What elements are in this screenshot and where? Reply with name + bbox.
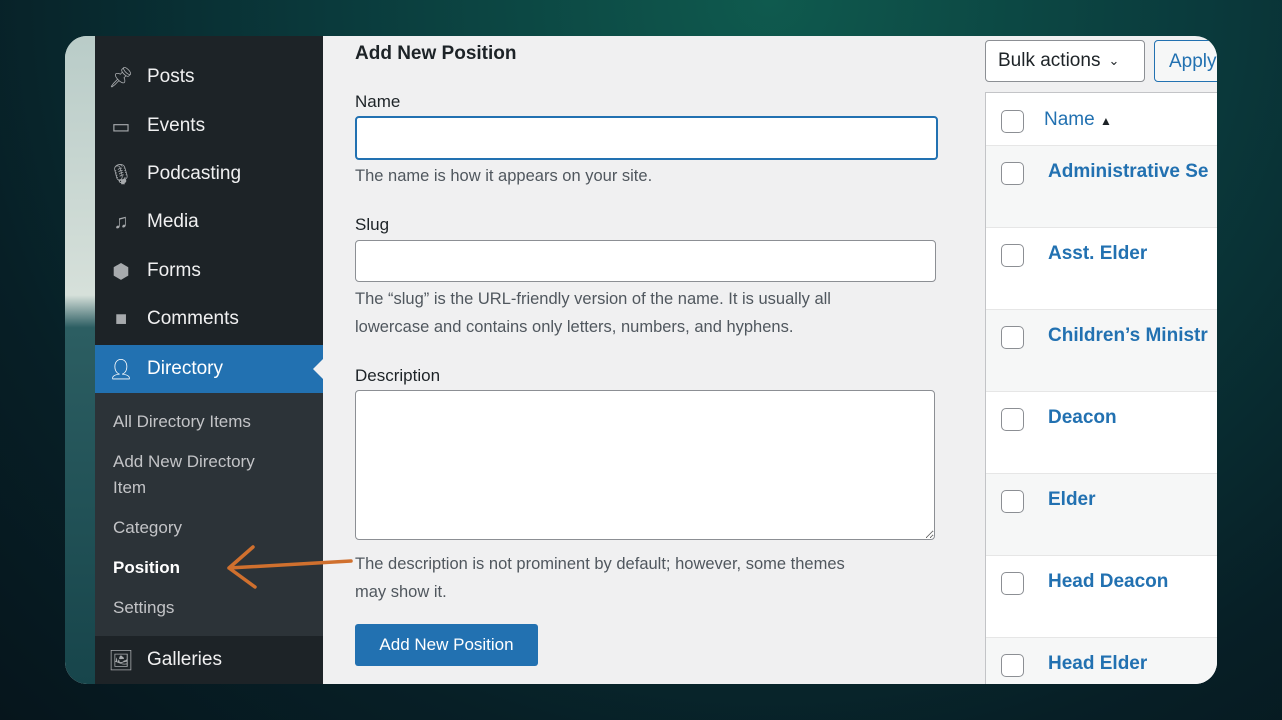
slug-input[interactable] bbox=[355, 240, 936, 282]
forms-icon: ⬢ bbox=[112, 260, 130, 283]
submenu-category[interactable]: Category bbox=[113, 515, 182, 541]
media-icon: ♫ bbox=[113, 210, 129, 233]
row-checkbox[interactable] bbox=[1001, 572, 1024, 595]
name-label: Name bbox=[355, 92, 401, 111]
sidebar-item-forms[interactable]: ⬢ Forms bbox=[95, 247, 323, 295]
table-row: Asst. Elder bbox=[986, 227, 1217, 309]
slug-help-1: The “slug” is the URL-friendly version o… bbox=[355, 290, 831, 308]
slug-help-2: lowercase and contains only letters, num… bbox=[355, 318, 794, 336]
select-all-checkbox[interactable] bbox=[1001, 110, 1024, 133]
calendar-icon: ▭ bbox=[111, 115, 131, 138]
microphone-icon: 🎙︎ bbox=[108, 163, 134, 186]
sidebar-item-media[interactable]: ♫ Media bbox=[95, 198, 323, 246]
table-row: Deacon bbox=[986, 391, 1217, 473]
description-label: Description bbox=[355, 366, 441, 385]
description-help-1: The description is not prominent by defa… bbox=[355, 555, 845, 573]
annotation-arrow bbox=[227, 545, 353, 589]
submenu-settings[interactable]: Settings bbox=[113, 595, 174, 621]
row-checkbox[interactable] bbox=[1001, 326, 1024, 349]
row-checkbox[interactable] bbox=[1001, 654, 1024, 677]
comment-icon: ■ bbox=[114, 307, 128, 330]
name-input[interactable] bbox=[355, 116, 938, 160]
submenu-add-new-directory-item-cont[interactable]: Item bbox=[113, 475, 146, 501]
user-icon: 👤︎ bbox=[108, 358, 134, 381]
table-row: Head Deacon bbox=[986, 555, 1217, 637]
submenu-position[interactable]: Position bbox=[113, 555, 180, 581]
table-row: Children’s Ministr bbox=[986, 309, 1217, 391]
sidebar-item-podcasting[interactable]: 🎙︎ Podcasting bbox=[95, 150, 323, 198]
name-help: The name is how it appears on your site. bbox=[355, 167, 653, 185]
chevron-down-icon: ⌄ bbox=[1108, 53, 1120, 68]
row-title-link[interactable]: Head Deacon bbox=[1048, 571, 1168, 593]
sidebar-item-events[interactable]: ▭ Events bbox=[95, 102, 323, 150]
table-row: Administrative Se bbox=[986, 145, 1217, 227]
apply-button[interactable]: Apply bbox=[1154, 40, 1217, 82]
sidebar-item-directory[interactable]: 👤︎ Directory bbox=[95, 345, 323, 393]
submenu-all-directory-items[interactable]: All Directory Items bbox=[113, 409, 251, 435]
row-checkbox[interactable] bbox=[1001, 490, 1024, 513]
directory-submenu: All Directory Items Add New Directory It… bbox=[95, 393, 323, 636]
table-row: Head Elder bbox=[986, 637, 1217, 684]
sidebar-item-galleries[interactable]: 🖼︎ Galleries bbox=[95, 636, 323, 684]
sidebar-item-posts[interactable]: 📌︎ Posts bbox=[95, 53, 323, 101]
row-checkbox[interactable] bbox=[1001, 244, 1024, 267]
submenu-add-new-directory-item[interactable]: Add New Directory bbox=[113, 449, 255, 475]
description-textarea[interactable] bbox=[355, 390, 935, 540]
gallery-icon: 🖼︎ bbox=[108, 649, 134, 672]
row-title-link[interactable]: Head Elder bbox=[1048, 653, 1147, 675]
sidebar-item-comments[interactable]: ■ Comments bbox=[95, 295, 323, 343]
row-checkbox[interactable] bbox=[1001, 162, 1024, 185]
background-image-strip bbox=[65, 36, 95, 684]
description-help-2: may show it. bbox=[355, 583, 447, 601]
row-checkbox[interactable] bbox=[1001, 408, 1024, 431]
pin-icon: 📌︎ bbox=[108, 66, 134, 89]
column-name-sort[interactable]: Name ▲ bbox=[1044, 109, 1112, 131]
bulk-actions-select[interactable]: Bulk actions ⌄ bbox=[985, 40, 1145, 82]
table-header: Name ▲ bbox=[986, 93, 1217, 145]
row-title-link[interactable]: Deacon bbox=[1048, 407, 1117, 429]
sort-icon: ▲ bbox=[1099, 114, 1112, 128]
app-window: 📌︎ Posts ▭ Events 🎙︎ Podcasting ♫ Media ⬢ For… bbox=[65, 36, 1217, 684]
row-title-link[interactable]: Administrative Se bbox=[1048, 161, 1209, 183]
table-row: Elder bbox=[986, 473, 1217, 555]
row-title-link[interactable]: Children’s Ministr bbox=[1048, 325, 1208, 347]
form-title: Add New Position bbox=[355, 43, 517, 64]
row-title-link[interactable]: Elder bbox=[1048, 489, 1096, 511]
slug-label: Slug bbox=[355, 215, 390, 234]
positions-table: Name ▲ Administrative Se Asst. Elder Child… bbox=[985, 92, 1217, 684]
row-title-link[interactable]: Asst. Elder bbox=[1048, 243, 1147, 265]
add-new-position-button[interactable]: Add New Position bbox=[355, 624, 538, 666]
